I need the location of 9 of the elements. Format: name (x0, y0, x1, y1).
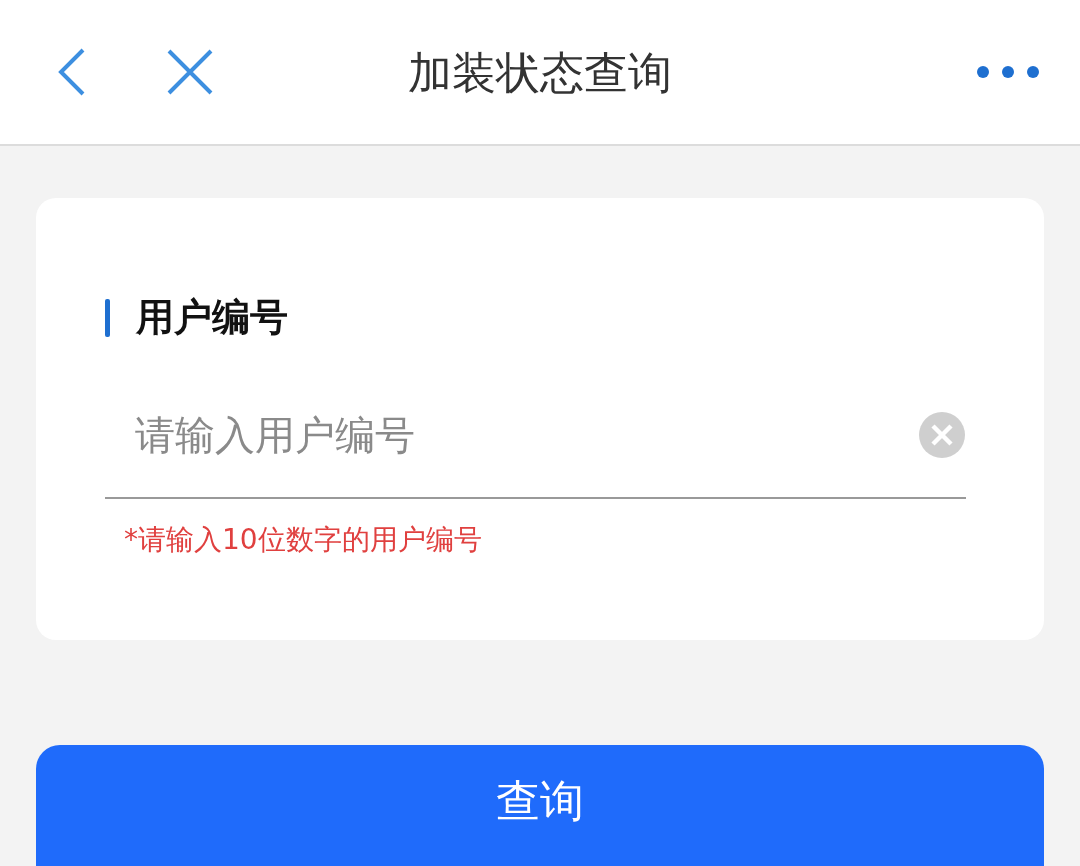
back-icon[interactable] (57, 47, 87, 97)
page-title: 加装状态查询 (408, 46, 672, 100)
hint-text: *请输入10位数字的用户编号 (124, 522, 483, 558)
label-accent-bar (105, 298, 110, 337)
close-icon[interactable] (166, 48, 214, 96)
more-icon[interactable] (976, 65, 1040, 79)
input-field[interactable]: 请输入用户编号 (133, 411, 918, 459)
field-label: 用户编号 (136, 294, 288, 341)
query-button[interactable]: 查询 (36, 745, 1044, 866)
